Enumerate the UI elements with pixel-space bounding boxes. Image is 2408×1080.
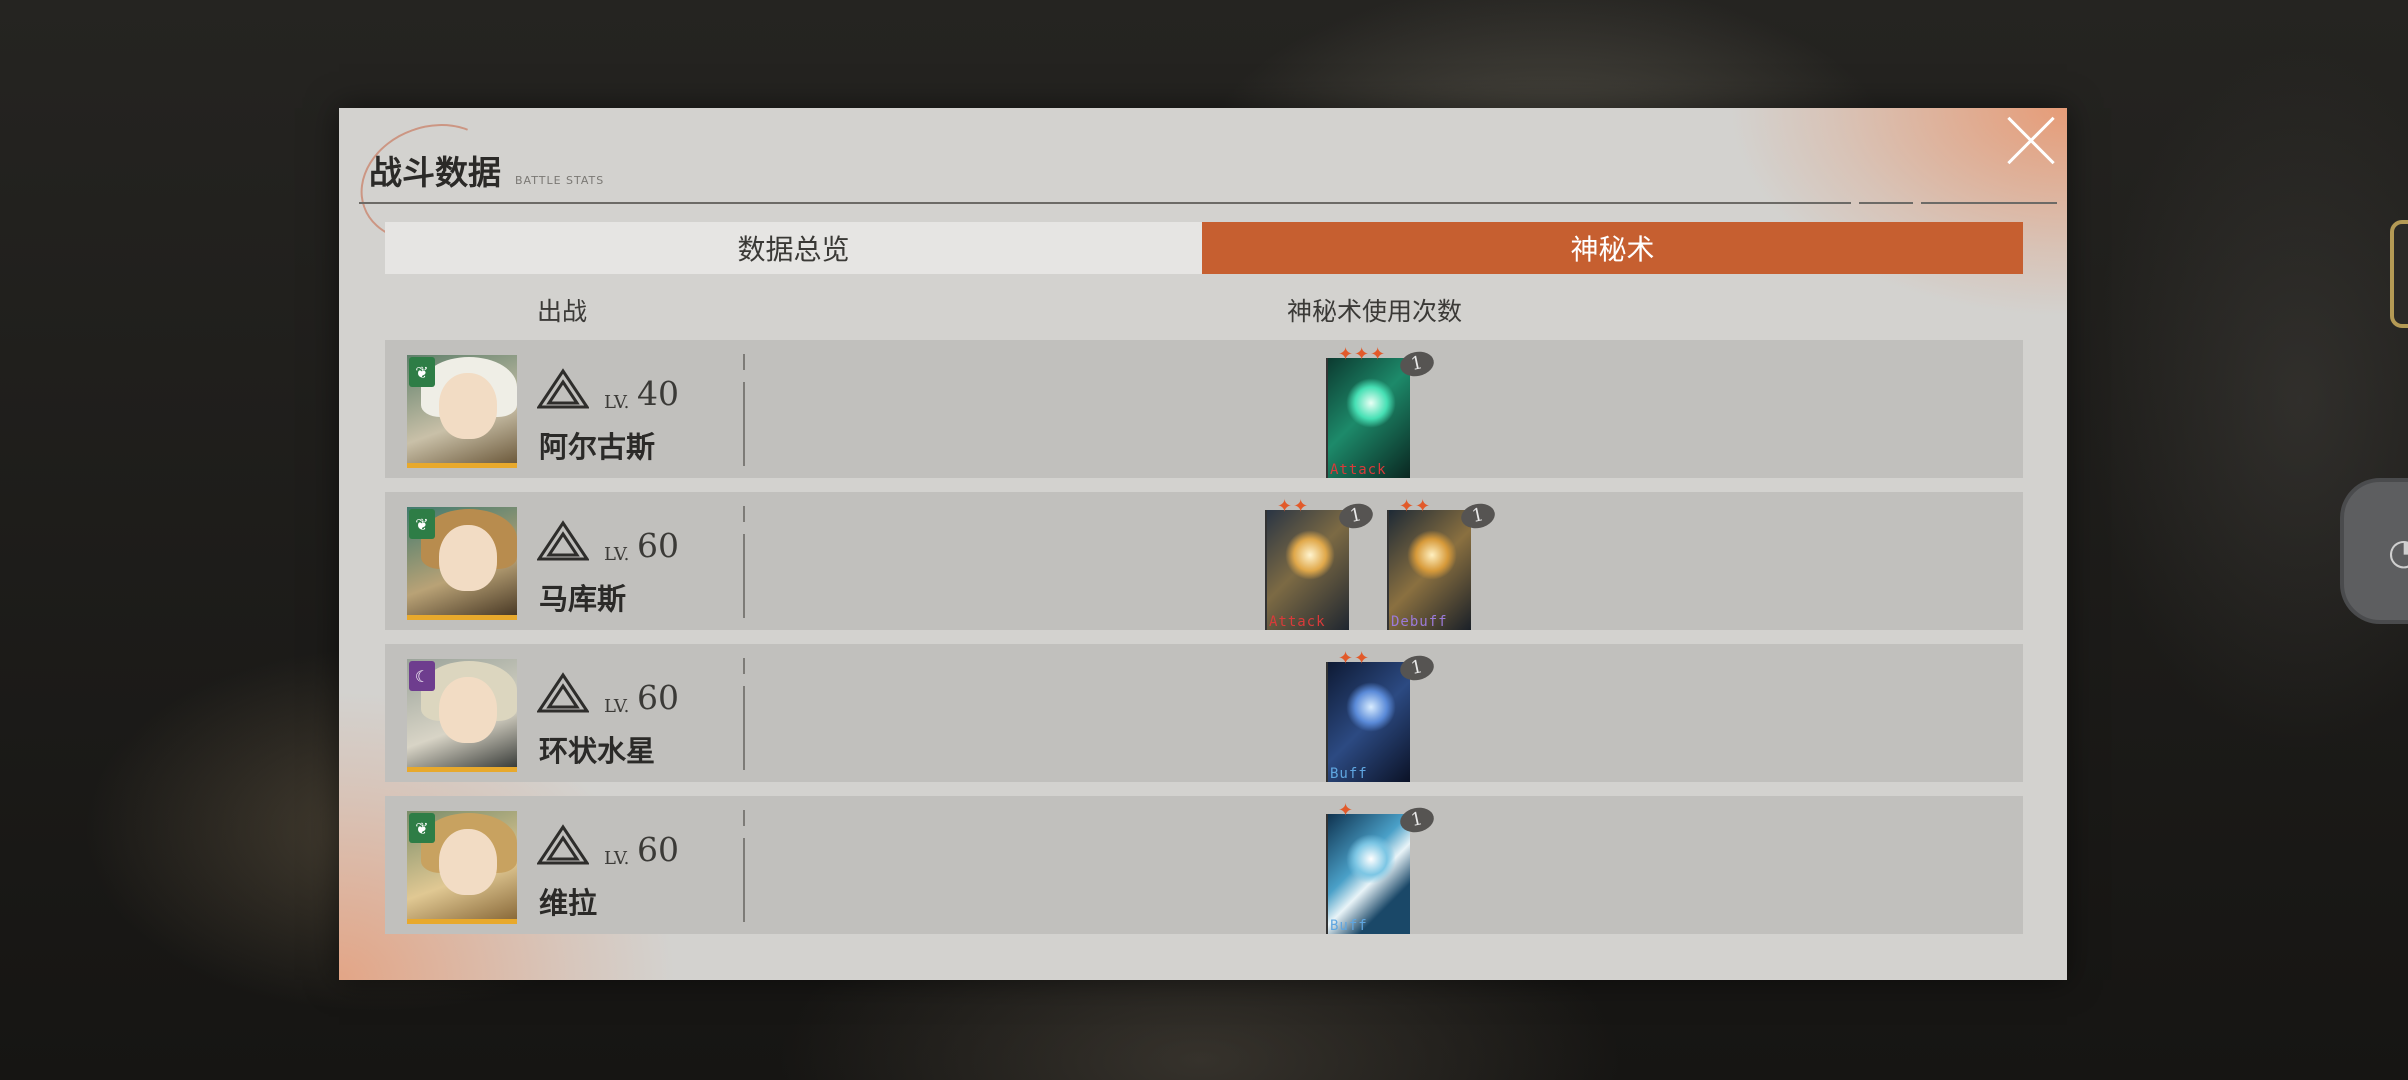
row-divider — [743, 658, 745, 770]
insight-triangle-icon — [537, 368, 589, 409]
row-divider — [743, 506, 745, 618]
level-label: LV. — [604, 696, 630, 717]
arcanum-card[interactable]: Debuff ✦✦ 1 — [1387, 496, 1498, 630]
tab-overview[interactable]: 数据总览 — [385, 222, 1202, 274]
row-divider — [743, 810, 745, 922]
card-type-tag: Attack — [1269, 614, 1326, 630]
character-name: 维拉 — [539, 886, 598, 920]
close-button[interactable] — [2005, 114, 2057, 166]
card-type-tag: Buff — [1330, 766, 1368, 782]
character-portrait[interactable]: ❦ — [407, 355, 517, 468]
card-art: Attack — [1265, 510, 1349, 630]
level-value: 60 — [637, 830, 679, 869]
panel-title: 战斗数据 — [369, 153, 501, 192]
character-portrait[interactable]: ❦ — [407, 507, 517, 620]
title-underline — [359, 202, 1851, 204]
character-portrait[interactable]: ❦ — [407, 811, 517, 924]
column-header-deploy: 出战 — [537, 297, 588, 326]
column-header-usage: 神秘术使用次数 — [1287, 297, 1463, 326]
card-rank-stars: ✦✦ — [1277, 496, 1310, 517]
afflatus-plant-icon: ❦ — [409, 357, 435, 387]
side-chat-button[interactable]: ◔ — [2340, 478, 2408, 624]
arcanum-card[interactable]: Attack ✦✦✦ 1 — [1326, 344, 1437, 478]
side-hexagon-button[interactable] — [2390, 220, 2408, 328]
character-name: 马库斯 — [539, 582, 627, 616]
character-name: 阿尔古斯 — [539, 430, 656, 464]
card-type-tag: Attack — [1330, 462, 1387, 478]
card-rank-stars: ✦✦ — [1338, 648, 1371, 669]
battle-stats-panel: 战斗数据 BATTLE STATS 数据总览 神秘术 出战 神秘术使用次数 ❦ … — [339, 104, 2067, 980]
card-type-tag: Buff — [1330, 918, 1368, 934]
insight-triangle-icon — [537, 824, 589, 865]
character-row: ❦ LV. 60 马库斯 Attack ✦✦ 1 Debuff ✦✦ 1 — [385, 492, 2023, 630]
card-type-tag: Debuff — [1391, 614, 1448, 630]
level-label: LV. — [604, 392, 630, 413]
level-label: LV. — [604, 848, 630, 869]
card-rank-stars: ✦✦✦ — [1338, 344, 1387, 365]
arcanum-card[interactable]: Buff ✦ 1 — [1326, 800, 1437, 934]
tab-bar: 数据总览 神秘术 — [385, 222, 2023, 274]
afflatus-plant-icon: ❦ — [409, 509, 435, 539]
card-art: Debuff — [1387, 510, 1471, 630]
level-label: LV. — [604, 544, 630, 565]
panel-subtitle: BATTLE STATS — [515, 174, 605, 187]
card-art: Attack — [1326, 358, 1410, 478]
chat-icon: ◔ — [2388, 532, 2408, 573]
arcanum-card[interactable]: Attack ✦✦ 1 — [1265, 496, 1376, 630]
title-underline-segment — [1921, 202, 2057, 204]
level-value: 60 — [637, 678, 679, 717]
character-row: ☾ LV. 60 环状水星 Buff ✦✦ 1 — [385, 644, 2023, 782]
insight-triangle-icon — [537, 520, 589, 561]
card-art: Buff — [1326, 662, 1410, 782]
level-value: 40 — [637, 374, 679, 413]
title-underline-segment — [1859, 202, 1913, 204]
afflatus-star-icon: ☾ — [409, 661, 435, 691]
character-row: ❦ LV. 40 阿尔古斯 Attack ✦✦✦ 1 — [385, 340, 2023, 478]
card-art: Buff — [1326, 814, 1410, 934]
insight-triangle-icon — [537, 672, 589, 713]
afflatus-plant-icon: ❦ — [409, 813, 435, 843]
character-portrait[interactable]: ☾ — [407, 659, 517, 772]
tab-psychube-arts[interactable]: 神秘术 — [1202, 222, 2023, 274]
character-row: ❦ LV. 60 维拉 Buff ✦ 1 — [385, 796, 2023, 934]
level-value: 60 — [637, 526, 679, 565]
arcanum-card[interactable]: Buff ✦✦ 1 — [1326, 648, 1437, 782]
row-divider — [743, 354, 745, 466]
card-rank-stars: ✦✦ — [1399, 496, 1432, 517]
card-rank-stars: ✦ — [1338, 800, 1355, 821]
character-name: 环状水星 — [539, 734, 656, 768]
